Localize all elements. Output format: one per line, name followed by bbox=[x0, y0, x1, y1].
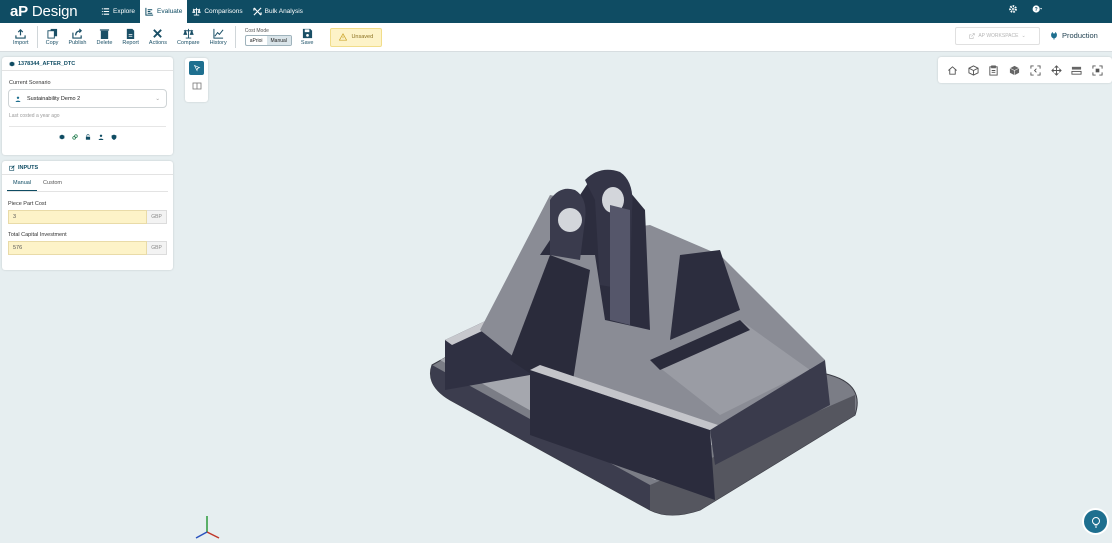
inputs-header: INPUTS bbox=[2, 161, 173, 175]
unsaved-badge: Unsaved bbox=[330, 27, 383, 47]
home-view-icon[interactable] bbox=[947, 65, 958, 76]
bulk-icon bbox=[253, 7, 262, 16]
help-icon[interactable]: ? bbox=[1032, 4, 1042, 14]
cube-icon bbox=[9, 61, 15, 66]
cost-mode-aprioi[interactable]: aPrioi bbox=[246, 36, 267, 45]
scale-icon bbox=[183, 28, 194, 39]
select-tool[interactable] bbox=[189, 61, 204, 75]
explode-icon[interactable] bbox=[1050, 64, 1062, 76]
production-indicator[interactable]: Production bbox=[1050, 31, 1098, 40]
screenshot-icon[interactable] bbox=[1092, 64, 1103, 76]
part-name: 1378344_AFTER_DTC bbox=[18, 60, 76, 67]
cost-mode-label: Cost Mode bbox=[244, 28, 269, 34]
chevron-down-icon: ⌄ bbox=[155, 95, 160, 102]
history-button[interactable]: History bbox=[205, 28, 232, 46]
workspace-select[interactable]: AP WORKSPACE ⌄ bbox=[955, 27, 1040, 45]
copy-icon bbox=[46, 28, 57, 39]
piece-part-cost-field: 3 GBP bbox=[8, 210, 167, 224]
piece-part-cost-input[interactable]: 3 bbox=[8, 210, 147, 224]
save-button[interactable]: Save bbox=[296, 28, 319, 46]
nav-comparisons-label: Comparisons bbox=[204, 8, 243, 15]
inputs-title: INPUTS bbox=[18, 164, 39, 171]
external-link-icon bbox=[969, 33, 976, 39]
line-chart-icon bbox=[213, 28, 224, 39]
nav-explore-label: Explore bbox=[113, 8, 136, 15]
cube-icon[interactable] bbox=[59, 134, 65, 140]
scenario-actions bbox=[2, 134, 173, 140]
trash-icon bbox=[99, 29, 110, 39]
lightbulb-help-button[interactable] bbox=[1082, 508, 1109, 535]
3d-model-viewport[interactable] bbox=[420, 160, 870, 520]
upload-icon bbox=[15, 28, 26, 39]
cost-mode: Cost Mode aPrioi Manual bbox=[244, 28, 292, 46]
inputs-panel: INPUTS Manual Custom Piece Part Cost 3 G… bbox=[2, 161, 173, 270]
cursor-icon bbox=[193, 64, 200, 72]
floppy-icon bbox=[302, 28, 312, 39]
nav-evaluate-label: Evaluate bbox=[157, 8, 183, 15]
edit-icon bbox=[9, 164, 15, 171]
cost-mode-toggle[interactable]: aPrioi Manual bbox=[244, 35, 292, 46]
compare-button[interactable]: Compare bbox=[172, 28, 205, 46]
user-icon bbox=[15, 96, 21, 102]
import-button[interactable]: Import bbox=[8, 28, 34, 46]
layers-icon[interactable] bbox=[1071, 65, 1082, 76]
warning-icon bbox=[339, 33, 348, 41]
list-icon bbox=[101, 8, 110, 15]
scenario-select[interactable]: Sustainability Demo 2 ⌄ bbox=[8, 89, 167, 108]
fit-view-icon[interactable] bbox=[1030, 64, 1041, 76]
report-icon bbox=[126, 28, 135, 39]
nav-comparisons[interactable]: Comparisons bbox=[187, 0, 247, 23]
capital-investment-input[interactable]: 576 bbox=[8, 241, 147, 255]
tab-manual[interactable]: Manual bbox=[7, 180, 38, 191]
lightbulb-icon bbox=[1091, 516, 1100, 527]
capital-investment-label: Total Capital Investment bbox=[8, 232, 67, 238]
part-header: 1378344_AFTER_DTC bbox=[2, 57, 173, 71]
user-icon[interactable] bbox=[98, 134, 104, 140]
capital-investment-unit: GBP bbox=[147, 241, 167, 255]
nav-explore[interactable]: Explore bbox=[96, 0, 140, 23]
scenario-name: Sustainability Demo 2 bbox=[27, 95, 81, 102]
toolbar: Import Copy Publish Delete Report Action… bbox=[0, 23, 1112, 52]
last-costed: Last costed a year ago bbox=[9, 113, 60, 119]
share-icon bbox=[72, 28, 82, 39]
shield-icon[interactable] bbox=[111, 134, 117, 140]
nav-bulk-analysis[interactable]: Bulk Analysis bbox=[248, 0, 308, 23]
report-button[interactable]: Report bbox=[117, 28, 144, 46]
svg-text:?: ? bbox=[1035, 7, 1038, 13]
publish-button[interactable]: Publish bbox=[63, 28, 91, 46]
iso-cube-icon[interactable] bbox=[968, 64, 979, 76]
gear-icon[interactable] bbox=[1008, 4, 1018, 14]
input-tabs: Manual Custom bbox=[7, 180, 168, 192]
piece-part-cost-unit: GBP bbox=[147, 210, 167, 224]
current-scenario-label: Current Scenario bbox=[9, 80, 51, 86]
copy-button[interactable]: Copy bbox=[41, 28, 64, 46]
piece-part-cost-label: Piece Part Cost bbox=[8, 201, 47, 207]
evaluate-icon bbox=[145, 7, 154, 16]
scenario-panel: 1378344_AFTER_DTC Current Scenario Susta… bbox=[2, 57, 173, 155]
solid-cube-icon[interactable] bbox=[1009, 65, 1020, 76]
actions-button[interactable]: Actions bbox=[144, 28, 172, 46]
nav-evaluate[interactable]: Evaluate bbox=[140, 0, 188, 23]
link-icon[interactable] bbox=[71, 134, 78, 140]
top-nav: aP Design Explore Evaluate Comparisons B… bbox=[0, 0, 1112, 23]
axis-gizmo bbox=[195, 516, 220, 539]
nav-bulk-label: Bulk Analysis bbox=[264, 8, 303, 15]
scale-icon bbox=[192, 7, 202, 16]
cost-mode-manual[interactable]: Manual bbox=[266, 36, 291, 45]
delete-button[interactable]: Delete bbox=[91, 28, 117, 46]
capital-investment-field: 576 GBP bbox=[8, 241, 167, 255]
tools-icon bbox=[153, 29, 163, 38]
tab-custom[interactable]: Custom bbox=[37, 180, 68, 191]
section-view-icon[interactable] bbox=[192, 81, 202, 91]
lock-icon[interactable] bbox=[85, 134, 91, 140]
viewer-side-tools bbox=[185, 58, 208, 102]
clipboard-icon[interactable] bbox=[988, 64, 999, 76]
plug-icon bbox=[1051, 32, 1057, 40]
view-toolbar bbox=[938, 57, 1112, 83]
app-logo[interactable]: aP Design bbox=[10, 3, 96, 20]
